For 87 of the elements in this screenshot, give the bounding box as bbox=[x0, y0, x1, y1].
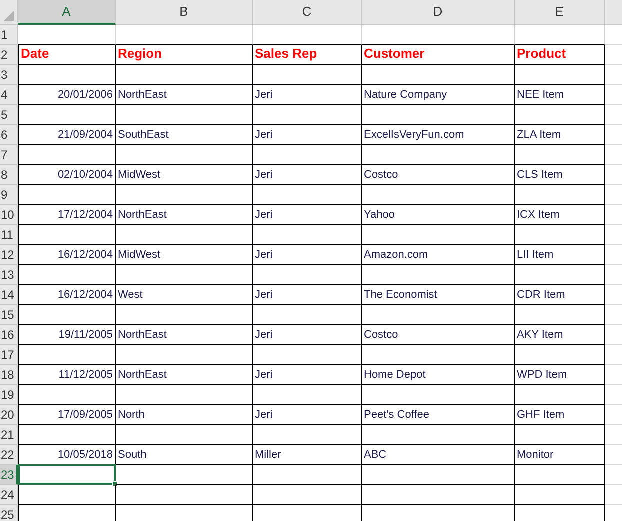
table-cell: Miller bbox=[253, 445, 362, 465]
table-cell: Home Depot bbox=[362, 365, 515, 385]
row-header[interactable]: 25 bbox=[0, 505, 18, 521]
table-cell: Jeri bbox=[253, 85, 362, 105]
table-header-cell: Sales Rep bbox=[253, 45, 362, 65]
table-cell: Jeri bbox=[253, 325, 362, 345]
row-header[interactable]: 22 bbox=[0, 445, 18, 465]
column-header[interactable]: D bbox=[362, 0, 515, 25]
table-cell: ICX Item bbox=[515, 205, 605, 225]
table-cell: North bbox=[116, 405, 253, 425]
table-cell: ZLA Item bbox=[515, 125, 605, 145]
table-cell: South bbox=[116, 445, 253, 465]
triangle-icon[interactable] bbox=[4, 11, 14, 21]
row-header[interactable]: 11 bbox=[0, 225, 18, 245]
table-cell: WPD Item bbox=[515, 365, 605, 385]
row-header[interactable]: 3 bbox=[0, 65, 18, 85]
row-header[interactable]: 7 bbox=[0, 145, 18, 165]
table-cell: ExcelIsVeryFun.com bbox=[362, 125, 515, 145]
row-header[interactable]: 17 bbox=[0, 345, 18, 365]
column-header[interactable]: A bbox=[18, 0, 116, 25]
row-header[interactable]: 19 bbox=[0, 385, 18, 405]
row-header[interactable]: 12 bbox=[0, 245, 18, 265]
table-cell: SouthEast bbox=[116, 125, 253, 145]
table-cell: Costco bbox=[362, 165, 515, 185]
row-header[interactable]: 1 bbox=[0, 25, 18, 45]
table-cell: Jeri bbox=[253, 125, 362, 145]
column-header[interactable]: C bbox=[253, 0, 362, 25]
table-cell: 16/12/2004 bbox=[18, 285, 116, 305]
table-cell: Nature Company bbox=[362, 85, 515, 105]
column-header[interactable]: B bbox=[116, 0, 253, 25]
table-cell: Jeri bbox=[253, 405, 362, 425]
row-header[interactable]: 9 bbox=[0, 185, 18, 205]
table-cell: Costco bbox=[362, 325, 515, 345]
row-header[interactable]: 8 bbox=[0, 165, 18, 185]
table-cell: Amazon.com bbox=[362, 245, 515, 265]
table-cell: Yahoo bbox=[362, 205, 515, 225]
row-header[interactable]: 21 bbox=[0, 425, 18, 445]
row-header[interactable]: 2 bbox=[0, 45, 18, 65]
table-cell: NorthEast bbox=[116, 205, 253, 225]
table-cell: AKY Item bbox=[515, 325, 605, 345]
table-cell: 19/11/2005 bbox=[18, 325, 116, 345]
table-cell: 16/12/2004 bbox=[18, 245, 116, 265]
table-cell: Jeri bbox=[253, 205, 362, 225]
row-header[interactable]: 23 bbox=[0, 465, 18, 485]
row-header[interactable]: 18 bbox=[0, 365, 18, 385]
row-header[interactable]: 10 bbox=[0, 205, 18, 225]
row-header[interactable]: 20 bbox=[0, 405, 18, 425]
table-cell: NEE Item bbox=[515, 85, 605, 105]
table-cell: 20/01/2006 bbox=[18, 85, 116, 105]
row-header[interactable]: 16 bbox=[0, 325, 18, 345]
table-header-cell: Date bbox=[18, 45, 116, 65]
row-header[interactable]: 15 bbox=[0, 305, 18, 325]
row-header[interactable]: 4 bbox=[0, 85, 18, 105]
table-cell: ABC bbox=[362, 445, 515, 465]
table-cell: West bbox=[116, 285, 253, 305]
table-cell: Jeri bbox=[253, 165, 362, 185]
table-cell: Monitor bbox=[515, 445, 605, 465]
table-cell: NorthEast bbox=[116, 85, 253, 105]
table-cell: CDR Item bbox=[515, 285, 605, 305]
table-header-cell: Product bbox=[515, 45, 605, 65]
table-cell: The Economist bbox=[362, 285, 515, 305]
table-cell: MidWest bbox=[116, 245, 253, 265]
table-cell: 21/09/2004 bbox=[18, 125, 116, 145]
table-cell: Peet's Coffee bbox=[362, 405, 515, 425]
row-header[interactable]: 13 bbox=[0, 265, 18, 285]
table-cell: 17/12/2004 bbox=[18, 205, 116, 225]
table-cell: 17/09/2005 bbox=[18, 405, 116, 425]
table-cell: 10/05/2018 bbox=[18, 445, 116, 465]
table-cell: MidWest bbox=[116, 165, 253, 185]
column-header[interactable]: E bbox=[515, 0, 605, 25]
row-header[interactable]: 24 bbox=[0, 485, 18, 505]
table-cell: NorthEast bbox=[116, 365, 253, 385]
row-header[interactable]: 5 bbox=[0, 105, 18, 125]
row-header[interactable]: 6 bbox=[0, 125, 18, 145]
table-cell: GHF Item bbox=[515, 405, 605, 425]
table-cell: Jeri bbox=[253, 365, 362, 385]
table-header-cell: Customer bbox=[362, 45, 515, 65]
table-cell: Jeri bbox=[253, 245, 362, 265]
row-header[interactable]: 14 bbox=[0, 285, 18, 305]
column-header[interactable] bbox=[605, 0, 622, 25]
table-cell: 02/10/2004 bbox=[18, 165, 116, 185]
table-cell: LII Item bbox=[515, 245, 605, 265]
table-cell: 11/12/2005 bbox=[18, 365, 116, 385]
table-cell: NorthEast bbox=[116, 325, 253, 345]
table-header-cell: Region bbox=[116, 45, 253, 65]
table-cell: CLS Item bbox=[515, 165, 605, 185]
table-cell: Jeri bbox=[253, 285, 362, 305]
